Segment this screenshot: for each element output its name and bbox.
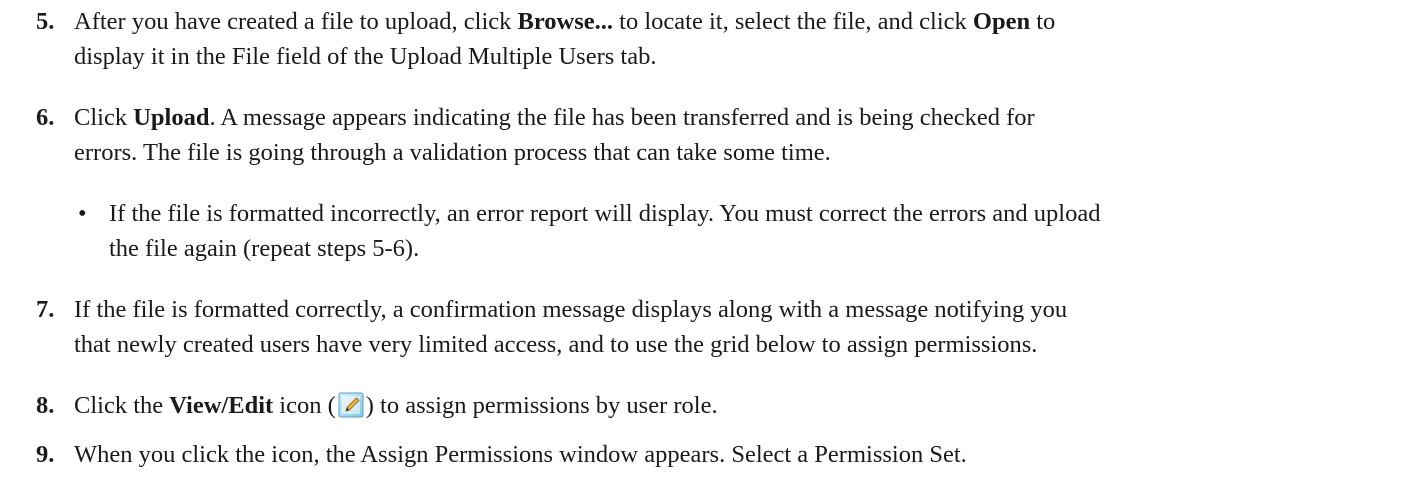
text-run: ) to assign permissions by user role. — [365, 392, 718, 419]
step-number: 8. — [36, 392, 55, 419]
step-line: display it in the File field of the Uplo… — [74, 43, 657, 70]
document-page: 5. After you have created a file to uplo… — [0, 0, 1417, 479]
step-text: After you have created a file to upload,… — [74, 4, 1404, 74]
step-line: Click Upload. A message appears indicati… — [74, 100, 1404, 135]
step-line: If the file is formatted correctly, a co… — [74, 296, 1068, 323]
step-number: 5. — [36, 8, 55, 35]
text-run: Click the — [74, 392, 170, 419]
bullet-line: the file again (repeat steps 5-6). — [109, 235, 420, 262]
step-text: When you click the icon, the Assign Perm… — [74, 437, 1404, 472]
text-run: to locate it, select the file, and click — [613, 8, 973, 35]
browse-label: Browse... — [517, 8, 614, 35]
step-number: 9. — [36, 441, 55, 468]
step-number: 7. — [36, 296, 55, 323]
step-line: that newly created users have very limit… — [74, 331, 1038, 358]
open-label: Open — [972, 8, 1031, 35]
view-edit-icon — [338, 392, 364, 418]
step-text: If the file is formatted correctly, a co… — [74, 292, 1404, 362]
step-line: errors. The file is going through a vali… — [74, 139, 831, 166]
bullet-line: If the file is formatted incorrectly, an… — [109, 200, 1101, 227]
text-run: icon ( — [273, 392, 336, 419]
text-run: Click — [74, 104, 134, 131]
step-text: Click the View/Edit icon ( ) to assign p… — [74, 388, 1404, 423]
step-line: Click the View/Edit icon ( ) to assign p… — [74, 388, 1404, 423]
bullet-symbol: • — [78, 200, 87, 227]
step-number: 6. — [36, 104, 55, 131]
text-run: to — [1030, 8, 1056, 35]
bullet-text: If the file is formatted incorrectly, an… — [109, 196, 1409, 266]
step-line: When you click the icon, the Assign Perm… — [74, 441, 967, 468]
text-run: After you have created a file to upload,… — [74, 8, 518, 35]
upload-label: Upload — [133, 104, 210, 131]
view-edit-label: View/Edit — [169, 392, 274, 419]
step-line: After you have created a file to upload,… — [74, 4, 1404, 39]
text-run: . A message appears indicating the file … — [209, 104, 1035, 131]
step-text: Click Upload. A message appears indicati… — [74, 100, 1404, 170]
